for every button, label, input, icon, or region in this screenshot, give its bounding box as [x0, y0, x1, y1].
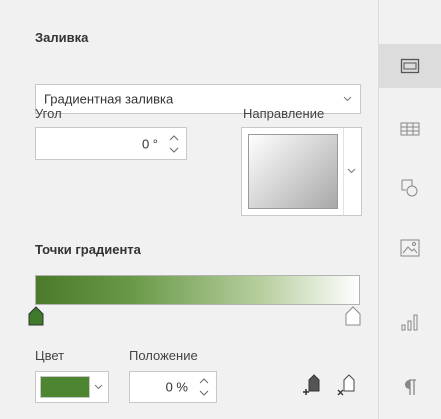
chevron-down-icon[interactable] [347, 168, 356, 174]
add-gradient-point-icon[interactable] [300, 370, 328, 398]
gradient-bar[interactable] [35, 275, 360, 305]
direction-separator [343, 128, 344, 215]
table-settings-button[interactable] [379, 107, 441, 151]
table-settings-icon [400, 122, 420, 136]
paragraph-settings-icon [405, 379, 416, 395]
paragraph-settings-button[interactable] [379, 365, 441, 409]
gradient-stop-left[interactable] [28, 306, 44, 326]
spin-arrows-icon[interactable] [198, 375, 210, 399]
shape-settings-icon [400, 58, 420, 74]
direction-preview [248, 134, 338, 209]
right-settings-toolbar [379, 0, 441, 419]
chart-settings-icon [401, 314, 418, 331]
remove-gradient-point-icon[interactable] [335, 370, 363, 398]
fill-type-value: Градиентная заливка [44, 91, 174, 107]
image-settings-button[interactable] [379, 226, 441, 270]
image-settings-icon [400, 239, 420, 257]
color-label: Цвет [35, 348, 65, 363]
position-label: Положение [129, 348, 198, 363]
chart-settings-button[interactable] [379, 300, 441, 344]
spin-arrows-icon[interactable] [168, 132, 180, 156]
angle-spinner[interactable]: 0 ° [35, 127, 187, 160]
color-swatch [40, 376, 90, 398]
color-picker-button[interactable] [35, 371, 109, 403]
gradient-stop-right[interactable] [345, 306, 361, 326]
chevron-down-icon [343, 96, 352, 102]
shapes-settings-icon [401, 179, 418, 197]
gradient-points-title: Точки градиента [35, 242, 141, 257]
direction-label: Направление [243, 106, 325, 121]
fill-title: Заливка [35, 30, 89, 45]
position-value: 0 % [165, 379, 188, 395]
position-spinner[interactable]: 0 % [129, 371, 217, 403]
fill-settings-panel: Заливка Градиентная заливка Угол 0 ° Нап… [0, 0, 378, 419]
angle-label: Угол [35, 106, 62, 121]
shapes-settings-button[interactable] [379, 166, 441, 210]
chevron-down-icon [94, 384, 103, 390]
shape-settings-button[interactable] [379, 44, 441, 88]
angle-value: 0 ° [141, 136, 158, 151]
direction-picker[interactable] [241, 127, 362, 216]
